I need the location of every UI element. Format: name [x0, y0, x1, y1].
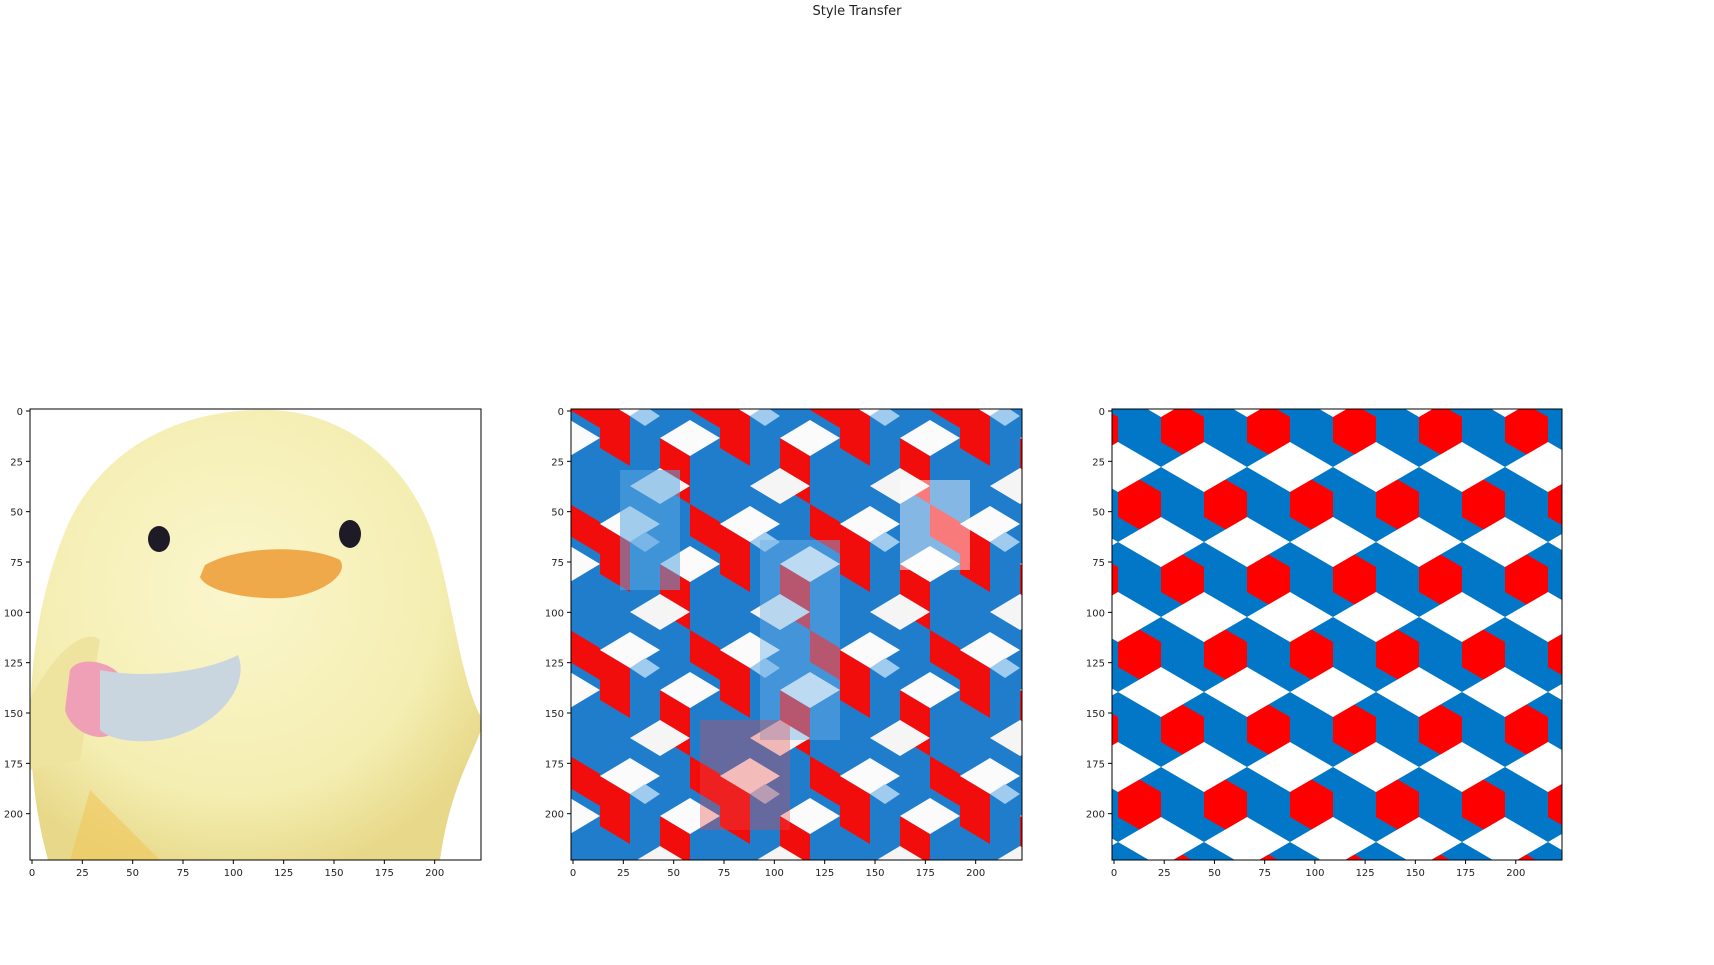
eye-right — [339, 520, 361, 548]
x-tick-label: 100 — [224, 868, 243, 879]
x-tick-label: 25 — [1158, 868, 1171, 879]
y-tick-label: 75 — [551, 558, 564, 569]
x-tick-label: 175 — [916, 868, 935, 879]
y-tick-label: 50 — [551, 508, 564, 519]
x-tick-label: 100 — [765, 868, 784, 879]
y-tick-label: 125 — [4, 659, 23, 670]
x-tick-label: 50 — [667, 868, 680, 879]
y-tick-label: 200 — [4, 810, 23, 821]
y-tick-label: 150 — [4, 709, 23, 720]
x-tick-label: 0 — [29, 868, 35, 879]
x-tick-label: 200 — [966, 868, 985, 879]
content-image — [30, 409, 481, 860]
x-tick-label: 0 — [570, 868, 576, 879]
x-tick-label: 125 — [274, 868, 293, 879]
y-tick-label: 175 — [4, 759, 23, 770]
y-tick-label: 0 — [558, 407, 564, 418]
y-tick-label: 75 — [10, 558, 23, 569]
x-tick-label: 150 — [865, 868, 884, 879]
y-tick-label: 175 — [1086, 759, 1105, 770]
x-tick-label: 175 — [1456, 868, 1475, 879]
x-tick-label: 0 — [1111, 868, 1117, 879]
x-tick-label: 125 — [815, 868, 834, 879]
y-tick-label: 100 — [4, 608, 23, 619]
y-tick-label: 100 — [1086, 608, 1105, 619]
x-tick-label: 50 — [126, 868, 139, 879]
x-tick-label: 25 — [617, 868, 630, 879]
y-tick-label: 0 — [1099, 407, 1105, 418]
y-tick-label: 150 — [545, 709, 564, 720]
stylized-image-panel: 0 25 50 75 100 125 150 175 200 0 25 50 75 100 125 150 17… — [545, 407, 1023, 879]
y-tick-label: 25 — [10, 457, 23, 468]
x-tick-label: 200 — [425, 868, 444, 879]
x-tick-label: 200 — [1506, 868, 1525, 879]
y-tick-label: 0 — [17, 407, 23, 418]
x-tick-label: 100 — [1305, 868, 1324, 879]
eye-left — [148, 526, 170, 552]
content-image-panel: 0 25 50 75 100 125 150 175 200 0 25 50 75 100 125 150 17… — [4, 407, 482, 879]
x-tick-label: 150 — [324, 868, 343, 879]
x-tick-label: 125 — [1356, 868, 1375, 879]
x-tick-label: 150 — [1406, 868, 1425, 879]
y-tick-label: 25 — [551, 457, 564, 468]
y-tick-label: 75 — [1092, 558, 1105, 569]
x-tick-label: 175 — [375, 868, 394, 879]
y-tick-label: 175 — [545, 759, 564, 770]
x-tick-label: 25 — [76, 868, 89, 879]
y-tick-label: 200 — [545, 810, 564, 821]
figure-canvas: 0 25 50 75 100 125 150 175 200 0 25 50 75 100 125 150 17… — [4, 407, 1563, 879]
y-tick-label: 125 — [545, 659, 564, 670]
x-tick-label: 75 — [177, 868, 190, 879]
y-tick-label: 100 — [545, 608, 564, 619]
stylized-image — [571, 409, 1022, 860]
y-tick-label: 25 — [1092, 457, 1105, 468]
x-tick-label: 50 — [1208, 868, 1221, 879]
x-tick-label: 75 — [718, 868, 731, 879]
y-tick-label: 50 — [10, 508, 23, 519]
y-tick-label: 50 — [1092, 508, 1105, 519]
y-tick-label: 125 — [1086, 659, 1105, 670]
style-image-panel: 0 25 50 75 100 125 150 175 200 0 25 50 75 100 125 150 17… — [1086, 407, 1563, 879]
x-tick-label: 75 — [1258, 868, 1271, 879]
y-tick-label: 200 — [1086, 810, 1105, 821]
y-tick-label: 150 — [1086, 709, 1105, 720]
style-image — [1112, 409, 1562, 860]
